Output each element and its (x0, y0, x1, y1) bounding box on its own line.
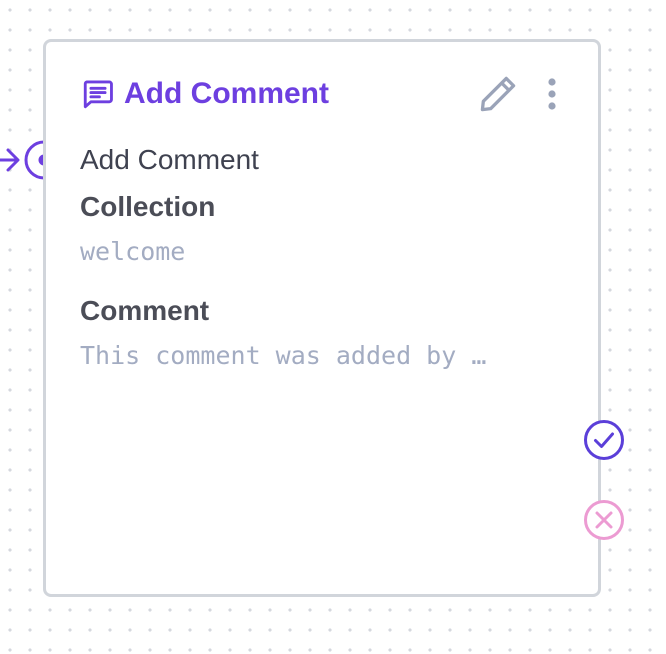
more-vertical-icon[interactable] (540, 72, 564, 116)
comment-label: Comment (80, 295, 210, 326)
comment-icon (83, 80, 113, 109)
x-circle-icon[interactable] (582, 498, 626, 542)
node-title: Add Comment (124, 77, 329, 110)
check-circle-icon[interactable] (582, 418, 626, 462)
collection-label: Collection (80, 191, 216, 222)
collection-value: welcome (80, 237, 186, 266)
node-subtitle: Add Comment (80, 144, 259, 175)
comment-value: This comment was added by … (80, 341, 487, 370)
action-node-card[interactable]: Add Comment Add Comment Collection welco… (43, 39, 601, 597)
pencil-icon[interactable] (476, 72, 520, 116)
